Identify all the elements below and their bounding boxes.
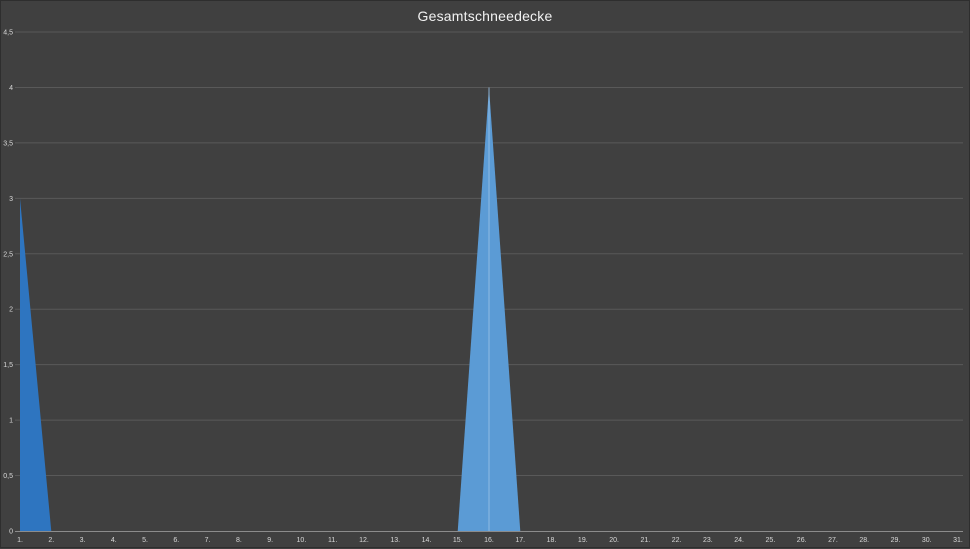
x-tick-label: 11. xyxy=(328,537,337,544)
chart-container: Gesamtschneedecke 00,511,522,533,544,51.… xyxy=(0,0,970,548)
y-tick-label: 1,5 xyxy=(3,362,13,369)
x-tick-label: 6. xyxy=(173,537,179,544)
x-tick-label: 8. xyxy=(236,537,242,544)
y-tick-label: 1 xyxy=(9,418,13,425)
x-tick-label: 4. xyxy=(111,537,117,544)
y-tick-label: 4,5 xyxy=(3,30,13,37)
x-tick-label: 1. xyxy=(17,537,23,544)
x-tick-label: 26. xyxy=(797,537,807,544)
x-tick-label: 10. xyxy=(297,537,307,544)
y-tick-label: 2 xyxy=(9,307,13,314)
x-tick-label: 14. xyxy=(422,537,432,544)
y-tick-label: 0,5 xyxy=(3,473,13,480)
x-tick-label: 2. xyxy=(48,537,54,544)
x-tick-label: 30. xyxy=(922,537,932,544)
x-tick-label: 23. xyxy=(703,537,713,544)
x-tick-label: 24. xyxy=(734,537,744,544)
y-tick-label: 3,5 xyxy=(3,140,13,147)
x-tick-label: 9. xyxy=(267,537,273,544)
x-tick-label: 13. xyxy=(390,537,400,544)
x-tick-label: 7. xyxy=(205,537,211,544)
x-tick-label: 20. xyxy=(609,537,619,544)
x-tick-label: 18. xyxy=(547,537,557,544)
x-tick-label: 5. xyxy=(142,537,148,544)
x-tick-label: 16. xyxy=(484,537,494,544)
x-tick-label: 12. xyxy=(359,537,369,544)
x-tick-label: 21. xyxy=(640,537,650,544)
x-tick-label: 17. xyxy=(515,537,525,544)
x-tick-label: 25. xyxy=(766,537,776,544)
x-tick-label: 29. xyxy=(891,537,901,544)
chart-plot: 0 0,5 1 1,5 2 2,5 3 3,5 4 4,5 1. 2. 3. 4. 5. 6. 7. 8. 9. 10… xyxy=(1,1,970,549)
y-tick-label: 4 xyxy=(9,85,13,92)
y-tick-label: 3 xyxy=(9,196,13,203)
x-tick-label: 31. xyxy=(953,537,963,544)
x-tick-label: 19. xyxy=(578,537,588,544)
y-tick-label: 2,5 xyxy=(3,251,13,258)
x-tick-label: 27. xyxy=(828,537,838,544)
y-tick-label: 0 xyxy=(9,529,13,536)
x-tick-label: 28. xyxy=(859,537,869,544)
x-tick-label: 22. xyxy=(672,537,682,544)
x-tick-label: 15. xyxy=(453,537,463,544)
x-tick-label: 3. xyxy=(80,537,86,544)
